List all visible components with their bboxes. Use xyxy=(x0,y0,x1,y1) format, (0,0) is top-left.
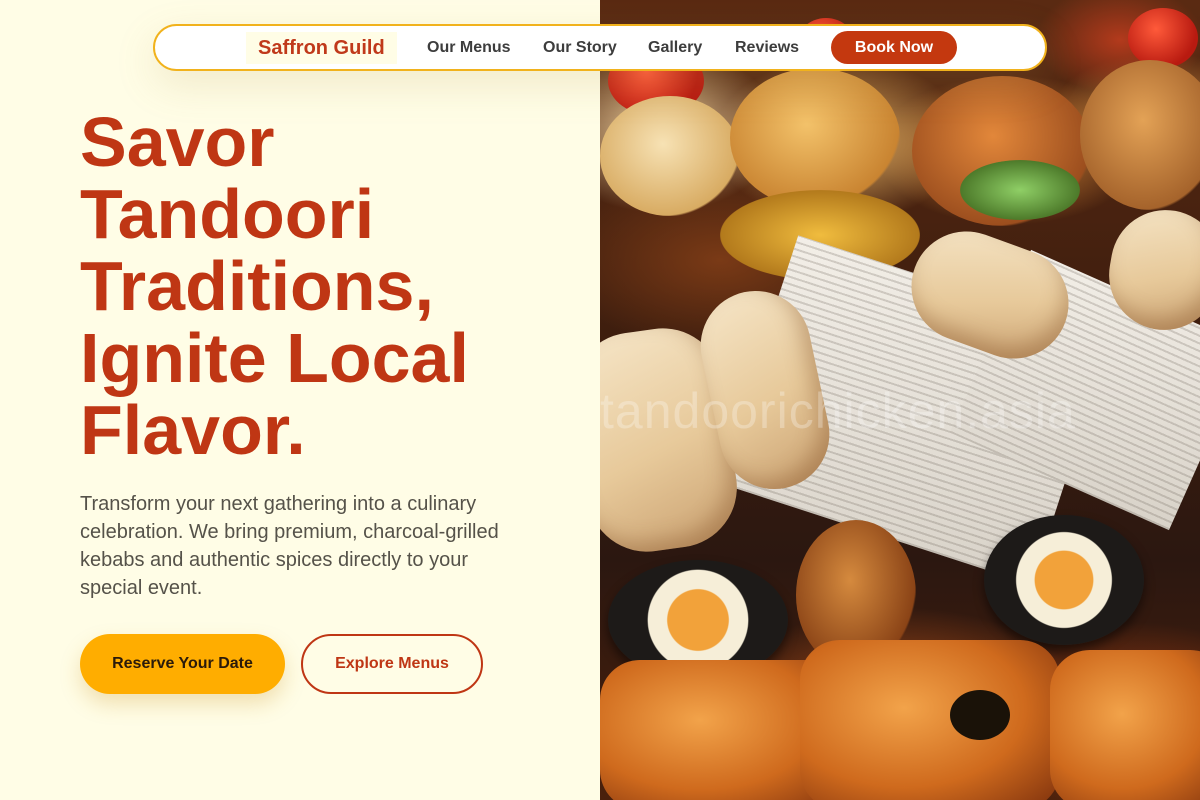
hero-title-line: Tandoori xyxy=(80,175,375,253)
hero-title-line: Savor xyxy=(80,103,275,181)
explore-menus-button[interactable]: Explore Menus xyxy=(301,634,483,694)
hero-food-photo: tandoorichicken.asia xyxy=(600,0,1200,800)
nav-link-our-menus[interactable]: Our Menus xyxy=(427,26,511,69)
hero-description: Transform your next gathering into a cul… xyxy=(80,493,499,599)
nav-link-gallery[interactable]: Gallery xyxy=(648,26,702,69)
hero-title: Savor Tandoori Traditions, Ignite Local … xyxy=(80,106,560,466)
brand-logo[interactable]: Saffron Guild xyxy=(246,32,397,64)
book-now-button[interactable]: Book Now xyxy=(831,31,957,64)
hero-title-line: Traditions, xyxy=(80,247,434,325)
hero-title-line: Ignite Local xyxy=(80,319,469,397)
nav-link-reviews[interactable]: Reviews xyxy=(735,26,799,69)
image-watermark: tandoorichicken.asia xyxy=(600,383,1076,439)
top-navbar: Saffron Guild Our Menus Our Story Galler… xyxy=(153,24,1047,71)
hero-title-line: Flavor. xyxy=(80,391,306,469)
reserve-date-button[interactable]: Reserve Your Date xyxy=(80,634,285,694)
nav-link-our-story[interactable]: Our Story xyxy=(543,26,617,69)
